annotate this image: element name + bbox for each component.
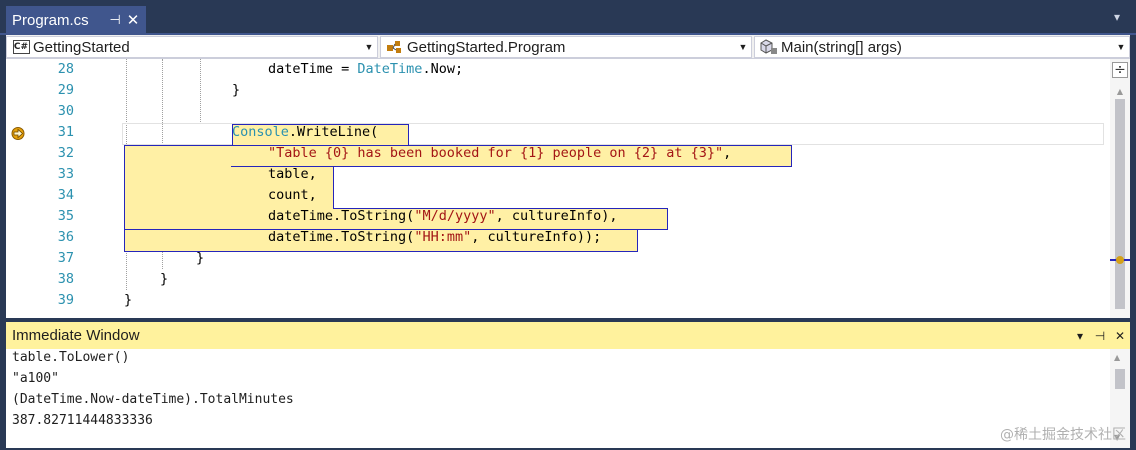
immediate-window-body[interactable]: table.ToLower() "a100" (DateTime.Now-dat… <box>6 349 1106 448</box>
immediate-window: Immediate Window ▾ ⊣ ✕ table.ToLower() "… <box>6 322 1130 448</box>
document-tab-strip: Program.cs ⊣ ✕ ▾ <box>0 0 1136 34</box>
code-token: DateTime <box>357 61 423 77</box>
line-number: 29 <box>57 82 74 98</box>
immediate-line: table.ToLower() <box>12 350 130 365</box>
code-token: "Table {0} has been booked for {1} peopl… <box>268 145 724 161</box>
code-text: dateTime.ToString("HH:mm", cultureInfo))… <box>268 227 601 248</box>
tab-program-cs[interactable]: Program.cs ⊣ ✕ <box>6 6 146 34</box>
csharp-project-icon: C# <box>11 39 31 55</box>
split-window-icon[interactable]: ÷ <box>1112 62 1128 78</box>
close-icon[interactable]: ✕ <box>124 11 142 29</box>
code-text: } <box>160 269 168 290</box>
code-text: dateTime.ToString("M/d/yyyy", cultureInf… <box>268 206 618 227</box>
code-text: dateTime = DateTime.Now; <box>268 59 463 80</box>
code-token: table, <box>268 166 317 182</box>
code-text: } <box>232 80 240 101</box>
code-text: } <box>196 248 204 269</box>
line-number: 32 <box>57 145 74 161</box>
line-number: 38 <box>57 271 74 287</box>
code-line: 39} <box>6 290 1106 311</box>
code-text: Console.WriteLine( <box>232 122 378 143</box>
code-line: 31 Console.WriteLine( <box>6 122 1106 143</box>
line-number: 39 <box>57 292 74 308</box>
line-number: 34 <box>57 187 74 203</box>
code-text: } <box>124 290 132 311</box>
line-number: 37 <box>57 250 74 266</box>
type-combo-label: GettingStarted.Program <box>407 38 566 56</box>
tab-title: Program.cs <box>12 11 89 29</box>
code-token: count, <box>268 187 317 203</box>
breakpoint-marker <box>1116 256 1124 264</box>
code-token: , cultureInfo)); <box>471 229 602 245</box>
code-editor[interactable]: 28 dateTime = DateTime.Now; 29} 30 31 Console… <box>6 59 1130 318</box>
project-combo[interactable]: C# GettingStarted ▼ <box>6 36 378 58</box>
line-number: 35 <box>57 208 74 224</box>
line-number: 36 <box>57 229 74 245</box>
close-icon[interactable]: ✕ <box>1110 329 1130 343</box>
immediate-line: 387.82711444833336 <box>12 413 153 428</box>
immediate-window-title: Immediate Window <box>12 327 140 344</box>
code-line: 37} <box>6 248 1106 269</box>
scrollbar-thumb[interactable] <box>1115 99 1125 309</box>
code-token: } <box>232 82 241 98</box>
member-combo-label: Main(string[] args) <box>781 38 902 56</box>
tab-overflow-dropdown-icon[interactable]: ▾ <box>1108 10 1126 26</box>
class-icon <box>385 39 405 55</box>
type-combo[interactable]: GettingStarted.Program ▼ <box>380 36 752 58</box>
line-number: 30 <box>57 103 74 119</box>
code-token: dateTime.ToString( <box>268 229 415 245</box>
code-token: } <box>160 271 169 287</box>
code-line: 28 dateTime = DateTime.Now; <box>6 59 1106 80</box>
code-line: 29} <box>6 80 1106 101</box>
code-token: dateTime.ToString( <box>268 208 415 224</box>
pin-icon[interactable]: ⊣ <box>1090 329 1110 343</box>
immediate-line: (DateTime.Now-dateTime).TotalMinutes <box>12 392 294 407</box>
code-line: 34 count, <box>6 185 1106 206</box>
member-combo[interactable]: Main(string[] args) ▼ <box>754 36 1130 58</box>
csharp-icon-label: C# <box>12 40 30 54</box>
scrollbar-thumb[interactable] <box>1115 369 1125 389</box>
code-token: , <box>723 145 732 161</box>
line-number: 28 <box>57 61 74 77</box>
immediate-window-header: Immediate Window ▾ ⊣ ✕ <box>6 322 1130 349</box>
code-line: 38} <box>6 269 1106 290</box>
code-token: } <box>196 250 205 266</box>
code-token: } <box>124 292 133 308</box>
pin-icon[interactable]: ⊣ <box>106 13 124 28</box>
line-number: 33 <box>57 166 74 182</box>
code-token: .Now; <box>422 61 464 77</box>
project-combo-label: GettingStarted <box>33 38 130 56</box>
code-token: Console <box>232 124 289 140</box>
line-number: 31 <box>57 124 74 140</box>
code-text: "Table {0} has been booked for {1} peopl… <box>268 143 731 164</box>
code-text: count, <box>268 185 317 206</box>
code-token: .WriteLine( <box>288 124 379 140</box>
code-token: "HH:mm" <box>414 229 472 245</box>
code-line: 36 dateTime.ToString("HH:mm", cultureInfo… <box>6 227 1106 248</box>
code-line: 30 <box>6 101 1106 122</box>
scroll-up-icon[interactable]: ▲ <box>1114 353 1120 362</box>
window-dropdown-icon[interactable]: ▾ <box>1070 329 1090 343</box>
code-line: 35 dateTime.ToString("M/d/yyyy", cultureI… <box>6 206 1106 227</box>
method-icon <box>759 39 779 55</box>
navigation-bar: C# GettingStarted ▼ GettingStarted.Progr… <box>6 35 1130 59</box>
code-line: 33 table, <box>6 164 1106 185</box>
chevron-down-icon[interactable]: ▼ <box>361 42 377 52</box>
scroll-up-icon[interactable]: ▲ <box>1114 87 1126 96</box>
chevron-down-icon[interactable]: ▼ <box>735 42 751 52</box>
immediate-line: "a100" <box>12 371 59 386</box>
code-text: table, <box>268 164 317 185</box>
chevron-down-icon[interactable]: ▼ <box>1113 42 1129 52</box>
watermark: @稀土掘金技术社区 <box>1000 427 1126 443</box>
code-line: 32 "Table {0} has been booked for {1} peo… <box>6 143 1106 164</box>
code-token: , cultureInfo), <box>495 208 618 224</box>
code-token: dateTime = <box>268 61 358 77</box>
editor-vertical-scrollbar[interactable]: ÷ ▲ <box>1110 59 1130 318</box>
code-token: "M/d/yyyy" <box>414 208 496 224</box>
